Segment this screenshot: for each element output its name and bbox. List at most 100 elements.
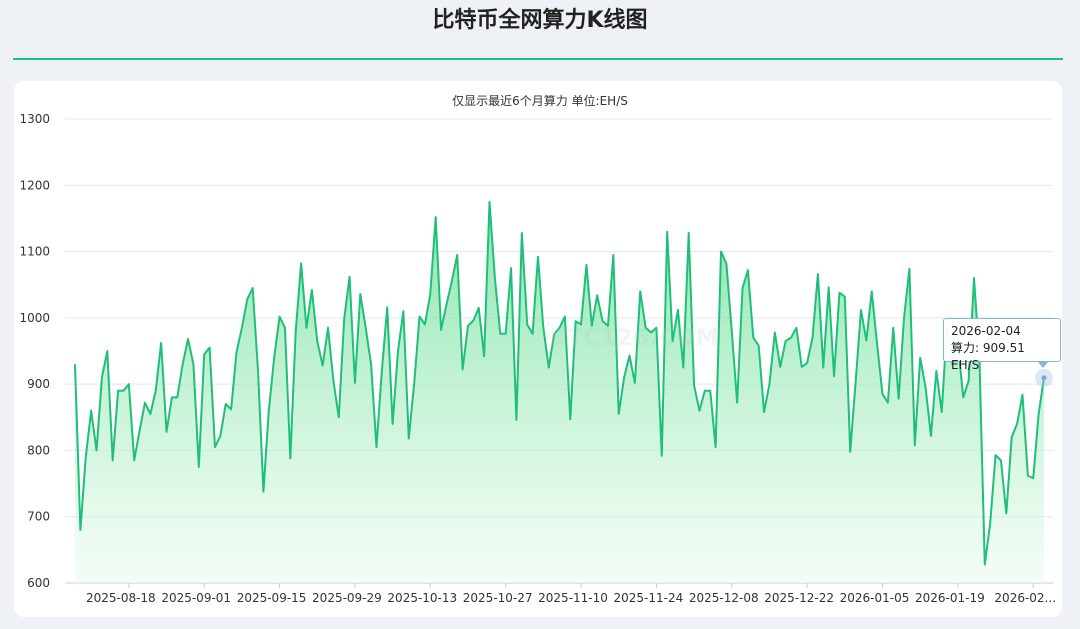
data-point: [629, 355, 630, 356]
data-point: [220, 435, 221, 436]
data-point: [586, 264, 587, 265]
data-point: [462, 369, 463, 370]
y-tick-label: 1300: [19, 112, 50, 126]
x-tick-label: 2026-01-05: [840, 591, 910, 605]
data-point: [828, 287, 829, 288]
y-tick-label: 700: [27, 510, 50, 524]
data-point: [144, 402, 145, 403]
data-point: [914, 445, 915, 446]
data-point: [424, 324, 425, 325]
x-tick-label: 2025-09-01: [161, 591, 231, 605]
data-point: [214, 447, 215, 448]
data-point: [909, 268, 910, 269]
data-point: [101, 377, 102, 378]
data-point: [941, 411, 942, 412]
data-point: [290, 458, 291, 459]
y-tick-label: 600: [27, 576, 50, 590]
data-point: [457, 254, 458, 255]
y-axis-labels: 600 700 800 900 1000 1100 1200 1300: [19, 112, 50, 590]
data-point: [139, 430, 140, 431]
data-point: [333, 380, 334, 381]
data-point: [193, 364, 194, 365]
data-point: [182, 364, 183, 365]
data-point: [376, 447, 377, 448]
x-axis: 2025-08-18 2025-09-01 2025-09-15 2025-09-29…: [86, 583, 1056, 605]
tooltip-number: 909.51: [982, 341, 1025, 355]
data-point: [263, 491, 264, 492]
watermark: BTC126.COM: [550, 326, 719, 351]
data-point: [532, 333, 533, 334]
data-point: [478, 307, 479, 308]
data-point: [769, 384, 770, 385]
data-point: [850, 451, 851, 452]
data-point: [839, 292, 840, 293]
data-point: [360, 293, 361, 294]
data-point: [397, 350, 398, 351]
data-point: [575, 321, 576, 322]
tooltip-value: 算力: 909.51 EH/S: [951, 341, 1025, 372]
data-point: [521, 232, 522, 233]
data-point: [268, 410, 269, 411]
data-point: [354, 382, 355, 383]
data-point: [204, 354, 205, 355]
data-point: [570, 419, 571, 420]
data-point: [602, 321, 603, 322]
data-point: [893, 327, 894, 328]
data-point: [387, 307, 388, 308]
data-point: [74, 364, 75, 365]
data-point: [446, 304, 447, 305]
data-point: [720, 251, 721, 252]
data-point: [327, 327, 328, 328]
data-point: [241, 327, 242, 328]
tooltip-unit: EH/S: [951, 358, 980, 372]
data-point: [613, 254, 614, 255]
data-point: [747, 270, 748, 271]
data-point: [920, 357, 921, 358]
x-tick-label: 2026-02...: [994, 591, 1056, 605]
data-point: [161, 342, 162, 343]
data-point: [91, 410, 92, 411]
data-point: [548, 367, 549, 368]
data-point: [392, 423, 393, 424]
data-point: [597, 295, 598, 296]
data-point: [763, 411, 764, 412]
data-point: [877, 344, 878, 345]
data-point: [150, 413, 151, 414]
data-point: [1038, 413, 1039, 414]
data-point: [742, 287, 743, 288]
y-tick-label: 800: [27, 443, 50, 457]
data-point: [155, 390, 156, 391]
data-point: [225, 403, 226, 404]
data-point: [247, 299, 248, 300]
data-point: [866, 340, 867, 341]
data-point: [1011, 437, 1012, 438]
data-point: [489, 201, 490, 202]
data-point: [473, 320, 474, 321]
data-point: [817, 274, 818, 275]
data-point: [123, 390, 124, 391]
data-point: [516, 419, 517, 420]
y-tick-label: 1200: [19, 178, 50, 192]
data-point: [973, 277, 974, 278]
data-point: [440, 329, 441, 330]
data-point: [117, 390, 118, 391]
tooltip-date: 2026-02-04: [951, 324, 1021, 338]
data-point: [930, 435, 931, 436]
data-point: [80, 529, 81, 530]
data-point: [112, 460, 113, 461]
data-point: [134, 460, 135, 461]
data-point: [710, 390, 711, 391]
data-point: [494, 277, 495, 278]
data-point: [381, 370, 382, 371]
data-point: [128, 384, 129, 385]
data-point: [435, 217, 436, 218]
hover-point[interactable]: [1041, 375, 1047, 381]
data-point: [365, 327, 366, 328]
x-tick-label: 2025-09-15: [237, 591, 307, 605]
data-point: [198, 466, 199, 467]
data-point: [257, 370, 258, 371]
data-point: [403, 311, 404, 312]
data-point: [715, 447, 716, 448]
x-tick-label: 2026-01-19: [915, 591, 985, 605]
data-point: [737, 402, 738, 403]
